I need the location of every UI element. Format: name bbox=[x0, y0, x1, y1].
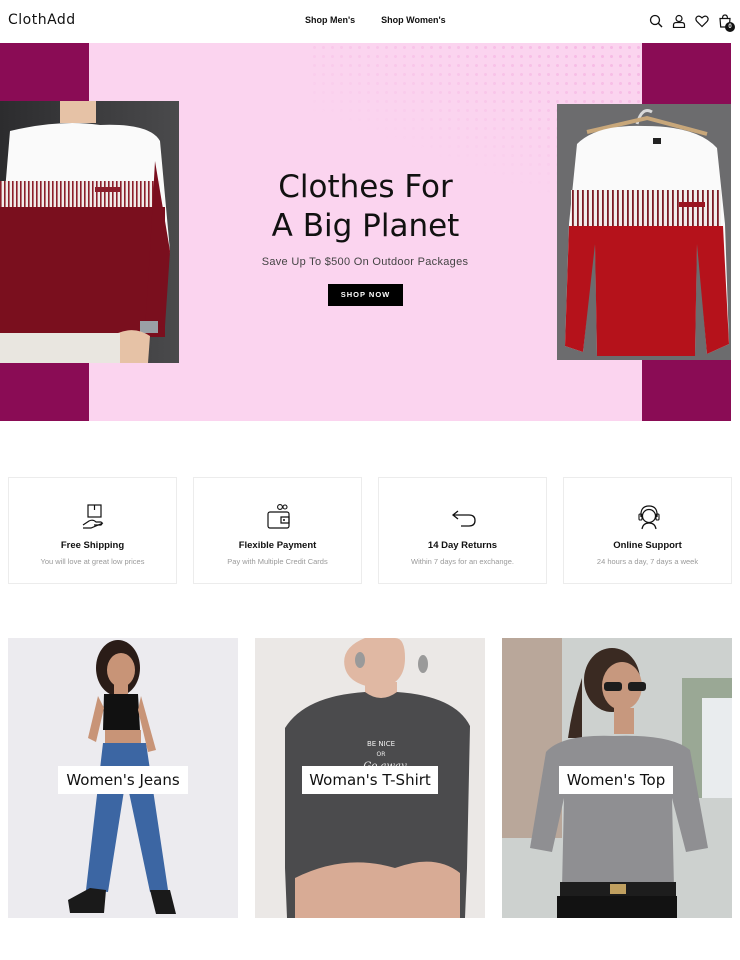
hero-image-product bbox=[557, 104, 731, 360]
category-card-tshirt[interactable]: BE NICE OR Go away Woman's T-Shirt bbox=[255, 638, 485, 918]
search-icon[interactable] bbox=[648, 13, 663, 28]
feature-title: Free Shipping bbox=[60, 540, 125, 551]
feature-card-returns: 14 Day Returns Within 7 days for an exch… bbox=[378, 477, 547, 584]
hero-image-model bbox=[0, 101, 179, 363]
bag-icon[interactable]: 0 bbox=[717, 13, 735, 32]
return-arrow-icon bbox=[451, 503, 477, 531]
wallet-icon bbox=[266, 503, 292, 531]
site-header: ClothAdd Shop Men's Shop Women's 0 bbox=[0, 0, 740, 43]
nav-shop-mens[interactable]: Shop Men's bbox=[305, 15, 355, 25]
category-label: Women's Jeans bbox=[58, 766, 188, 794]
hero-subtitle: Save Up To $500 On Outdoor Packages bbox=[261, 256, 469, 268]
feature-card-shipping: Free Shipping You will love at great low… bbox=[8, 477, 177, 584]
user-icon[interactable] bbox=[671, 13, 686, 28]
shop-now-button[interactable]: SHOP NOW bbox=[328, 284, 403, 306]
hero-banner: Clothes For A Big Planet Save Up To $500… bbox=[0, 43, 731, 421]
feature-title: Online Support bbox=[613, 540, 682, 551]
accent-block-top-left bbox=[0, 43, 89, 101]
site-logo[interactable]: ClothAdd bbox=[8, 12, 76, 28]
accent-block-bottom-left bbox=[0, 363, 89, 421]
header-icons: 0 bbox=[648, 13, 735, 32]
accent-block-bottom-right bbox=[642, 360, 731, 421]
category-card-jeans[interactable]: Women's Jeans bbox=[8, 638, 238, 918]
main-nav: Shop Men's Shop Women's bbox=[305, 15, 446, 25]
category-card-top[interactable]: Women's Top bbox=[502, 638, 732, 918]
feature-description: Within 7 days for an exchange. bbox=[411, 557, 514, 566]
cart-count-badge: 0 bbox=[725, 22, 735, 32]
feature-title: Flexible Payment bbox=[238, 540, 317, 551]
feature-card-payment: Flexible Payment Pay with Multiple Credi… bbox=[193, 477, 362, 584]
hero-title-line-1: Clothes For bbox=[278, 169, 453, 205]
hero-title-line-2: A Big Planet bbox=[271, 208, 460, 244]
box-hand-icon bbox=[81, 503, 107, 531]
heart-icon[interactable] bbox=[694, 13, 709, 28]
accent-block-top-right bbox=[642, 43, 731, 104]
nav-shop-womens[interactable]: Shop Women's bbox=[381, 15, 445, 25]
support-agent-icon bbox=[636, 503, 662, 531]
feature-card-support: Online Support 24 hours a day, 7 days a … bbox=[563, 477, 732, 584]
svg-text:OR: OR bbox=[377, 751, 386, 758]
category-label: Women's Top bbox=[559, 766, 673, 794]
feature-description: Pay with Multiple Credit Cards bbox=[227, 557, 328, 566]
svg-text:BE NICE: BE NICE bbox=[367, 740, 395, 748]
feature-description: 24 hours a day, 7 days a week bbox=[596, 557, 699, 566]
hero-title: Clothes For A Big Planet bbox=[238, 168, 493, 246]
category-label: Woman's T-Shirt bbox=[302, 766, 438, 794]
feature-title: 14 Day Returns bbox=[427, 540, 498, 551]
feature-description: You will love at great low prices bbox=[40, 557, 145, 566]
